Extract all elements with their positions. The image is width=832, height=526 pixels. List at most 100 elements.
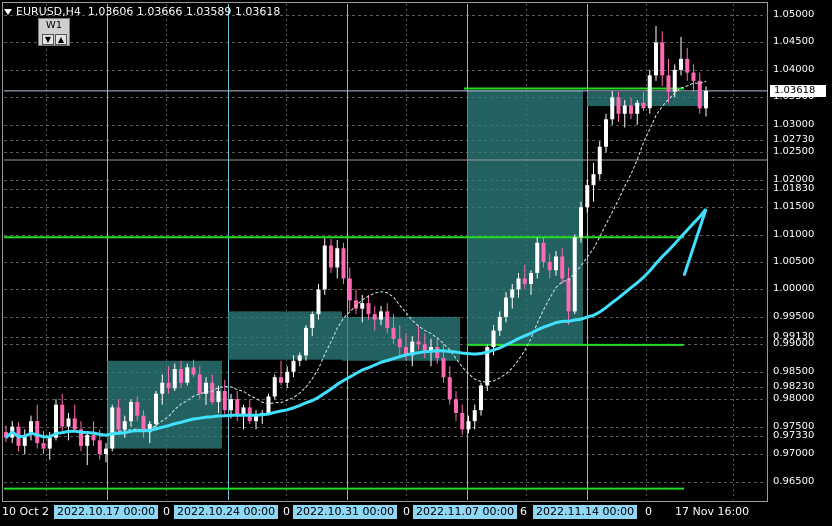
candle-body — [616, 97, 621, 114]
candle-body — [672, 69, 677, 92]
time-axis-label: 0 — [645, 505, 652, 518]
candle-body — [222, 390, 227, 411]
candle-body — [60, 404, 65, 427]
candle-body — [697, 80, 702, 109]
candle-body — [679, 58, 683, 70]
ohlc-values: 1.03606 1.03666 1.03589 1.03618 — [87, 5, 281, 18]
timeframe-switcher[interactable]: W1 ▼ ▲ — [38, 18, 70, 46]
candle-body — [535, 242, 540, 273]
timeframe-up-icon[interactable]: ▲ — [55, 34, 67, 45]
candle-body — [454, 399, 458, 413]
current-price-tag: 1.03618 — [770, 84, 826, 97]
candle-body — [366, 303, 371, 315]
candle-body — [304, 327, 308, 356]
collapse-triangle-icon[interactable] — [4, 9, 12, 15]
candle-body — [629, 105, 633, 114]
candle-body — [547, 261, 552, 271]
candle-body — [97, 440, 102, 455]
candle-body — [660, 42, 665, 76]
candle-body — [154, 393, 158, 424]
price-axis-label: 0.98000 — [773, 393, 815, 405]
price-axis-label: 1.05000 — [773, 8, 815, 20]
time-axis-week-tag: 2022.10.31 00:00 — [293, 505, 398, 519]
price-axis-label: 0.97330 — [773, 429, 815, 441]
candle-body — [516, 278, 521, 290]
candle-body — [504, 297, 508, 317]
chart-window[interactable]: EURUSD,H4 1.03606 1.03666 1.03589 1.0361… — [0, 0, 832, 526]
candle-body — [391, 327, 396, 339]
candle-body — [610, 97, 615, 120]
time-axis-week-tag: 2022.10.17 00:00 — [54, 505, 159, 519]
candle-body — [91, 434, 96, 441]
price-axis-label: 1.04500 — [773, 36, 815, 48]
chart-canvas — [4, 4, 768, 500]
candle-body — [654, 42, 658, 76]
candle-body — [216, 390, 221, 402]
candle-body — [447, 377, 452, 400]
candle-body — [266, 396, 271, 413]
candle-body — [210, 382, 215, 402]
candle-body — [322, 245, 327, 290]
candle-body — [360, 303, 365, 309]
candle-body — [129, 401, 133, 422]
candle-body — [41, 443, 46, 449]
candle-body — [441, 358, 446, 378]
candle-body — [172, 369, 177, 389]
candle-body — [47, 437, 52, 449]
weekly-range-box — [467, 90, 583, 345]
candle-body — [591, 174, 596, 186]
candle-body — [685, 58, 690, 73]
weekly-range-box — [587, 91, 705, 107]
candle-body — [635, 102, 640, 114]
price-axis-label: 1.01830 — [773, 182, 815, 194]
price-axis-label: 1.00500 — [773, 255, 815, 267]
price-axis-label: 0.98230 — [773, 380, 815, 392]
timeframe-down-icon[interactable]: ▼ — [42, 34, 54, 45]
candle-body — [529, 272, 533, 284]
price-axis-label: 1.04000 — [773, 63, 815, 75]
price-axis-label: 0.96500 — [773, 475, 815, 487]
candle-body — [566, 278, 571, 312]
time-axis-week-tag: 2022.11.14 00:00 — [533, 505, 638, 519]
candle-body — [310, 314, 315, 328]
candle-body — [622, 105, 627, 114]
candle-body — [179, 369, 183, 383]
price-axis-label: 1.00000 — [773, 283, 815, 295]
symbol-label: EURUSD,H4 — [16, 5, 81, 18]
candle-body — [460, 412, 465, 430]
timeframe-label: W1 — [45, 20, 63, 31]
candle-body — [85, 434, 90, 446]
price-axis-label: 0.99000 — [773, 338, 815, 350]
candle-body — [291, 360, 296, 372]
candle-body — [329, 245, 333, 268]
candle-body — [435, 347, 440, 359]
candle-body — [579, 207, 583, 238]
candle-body — [185, 367, 190, 383]
candle-body — [72, 418, 77, 430]
price-axis-label: 1.02500 — [773, 146, 815, 158]
chart-header: EURUSD,H4 1.03606 1.03666 1.03589 1.0361… — [4, 5, 280, 18]
candle-body — [285, 371, 290, 383]
candle-body — [541, 242, 546, 262]
candle-body — [316, 289, 321, 315]
candle-body — [335, 248, 340, 268]
price-axis-label: 0.99500 — [773, 310, 815, 322]
candle-body — [510, 289, 515, 298]
candle-body — [272, 377, 277, 397]
candle-body — [604, 119, 608, 147]
time-axis-week-tag: 2022.11.07 00:00 — [413, 505, 518, 519]
candle-body — [279, 377, 283, 383]
candle-body — [229, 399, 233, 411]
candle-body — [235, 399, 240, 416]
candle-body — [691, 72, 696, 81]
candle-body — [372, 314, 377, 320]
candle-body — [560, 256, 565, 279]
time-axis-label: 0 — [283, 505, 290, 518]
candle-body — [197, 374, 202, 394]
time-axis-label: 6 — [520, 505, 527, 518]
candle-body — [347, 278, 352, 301]
candle-body — [479, 385, 483, 411]
candle-body — [166, 382, 171, 389]
price-axis-label: 1.02730 — [773, 133, 815, 145]
candle-body — [522, 278, 527, 284]
